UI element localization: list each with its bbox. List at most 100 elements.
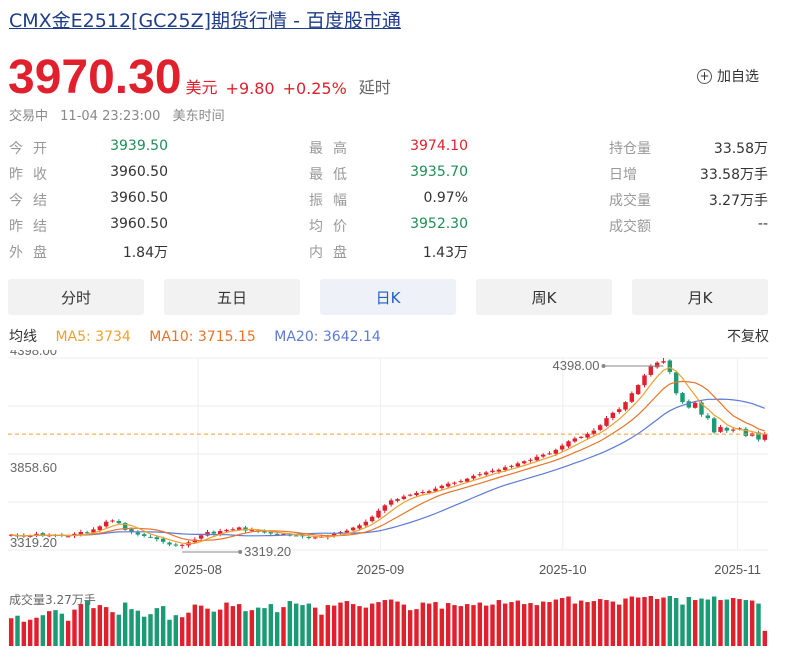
add-watchlist-label: 加自选 bbox=[717, 69, 759, 85]
candle-body bbox=[116, 521, 122, 524]
tab-daily-k[interactable]: 日K bbox=[320, 279, 456, 315]
candle-body bbox=[179, 544, 185, 546]
volume-bar bbox=[756, 603, 761, 646]
candle-body bbox=[452, 482, 457, 484]
candle-body bbox=[198, 535, 204, 539]
tab-five-day[interactable]: 五日 bbox=[164, 279, 300, 315]
candle-body bbox=[629, 393, 635, 402]
candle-body bbox=[382, 505, 388, 511]
volume-bar bbox=[585, 602, 590, 646]
quote-label: 均价 bbox=[309, 219, 357, 235]
candle-body bbox=[395, 499, 400, 501]
volume-bar bbox=[116, 614, 122, 646]
quote-value: -- bbox=[757, 216, 768, 232]
volume-bar bbox=[635, 597, 641, 646]
quote-value: 0.97% bbox=[423, 190, 468, 206]
volume-bar bbox=[743, 600, 749, 646]
volume-bar bbox=[540, 601, 546, 646]
candle-body bbox=[597, 425, 603, 430]
quote-value: 3960.50 bbox=[110, 190, 168, 206]
volume-bar bbox=[167, 619, 172, 646]
volume-bar bbox=[173, 615, 179, 646]
volume-bar bbox=[59, 613, 65, 646]
candle-body bbox=[211, 531, 217, 534]
ma20-value: MA20: 3642.14 bbox=[274, 329, 381, 345]
candle-body bbox=[534, 456, 540, 461]
candle-body bbox=[680, 393, 685, 403]
volume-bar bbox=[217, 609, 223, 646]
volume-bar bbox=[21, 621, 27, 646]
trade-time: 11-04 23:23:00 bbox=[60, 109, 161, 124]
volume-bar bbox=[547, 602, 552, 646]
tab-weekly-k[interactable]: 周K bbox=[476, 279, 612, 315]
volume-bar bbox=[420, 602, 426, 646]
min-annotation: 3319.20 bbox=[244, 544, 291, 559]
volume-bar bbox=[148, 614, 153, 646]
quote-value: 33.58万 bbox=[713, 141, 768, 157]
candle-body bbox=[445, 483, 451, 487]
volume-bar bbox=[616, 604, 622, 646]
delay-label: 延时 bbox=[358, 78, 391, 97]
candle-body bbox=[515, 463, 521, 467]
price-row: 3970.30 美元 +9.80 +0.25% 延时 bbox=[8, 50, 391, 102]
ma5-line bbox=[11, 366, 765, 545]
volume-bar bbox=[724, 599, 730, 646]
price-change-pct: +0.25% bbox=[282, 79, 347, 98]
volume-bar bbox=[268, 604, 274, 646]
candle-body bbox=[274, 533, 280, 535]
candle-body bbox=[762, 434, 768, 440]
candle-body bbox=[350, 527, 356, 531]
candle-body bbox=[616, 409, 622, 412]
volume-bar bbox=[205, 608, 210, 646]
candle-body bbox=[160, 538, 166, 542]
quote-value: 1.43万 bbox=[422, 245, 468, 261]
x-axis-label: 2025-11 bbox=[714, 562, 761, 577]
volume-bar bbox=[572, 603, 578, 646]
candle-body bbox=[97, 526, 103, 531]
page-title[interactable]: CMX金E2512[GC25Z]期货行情 - 百度股市通 bbox=[9, 6, 401, 33]
ma10-line bbox=[11, 380, 765, 542]
add-watchlist-button[interactable]: + 加自选 bbox=[697, 66, 759, 86]
candle-body bbox=[509, 465, 514, 467]
volume-bar bbox=[629, 596, 635, 646]
candle-body bbox=[711, 418, 717, 433]
volume-bar bbox=[293, 603, 299, 646]
tab-intraday[interactable]: 分时 bbox=[8, 279, 144, 315]
volume-bar bbox=[711, 596, 717, 646]
candle-body bbox=[477, 474, 483, 476]
max-annotation: 4398.00 bbox=[553, 358, 600, 373]
quote-label: 内盘 bbox=[309, 245, 357, 261]
volume-bar bbox=[705, 599, 711, 646]
quote-label: 最低 bbox=[309, 167, 357, 183]
volume-bar bbox=[312, 607, 318, 646]
volume-bar bbox=[496, 600, 502, 646]
volume-bar bbox=[559, 598, 565, 646]
volume-bar bbox=[471, 605, 476, 646]
volume-bar bbox=[490, 604, 495, 646]
volume-bar bbox=[661, 597, 666, 646]
volume-bar bbox=[110, 612, 115, 646]
tab-monthly-k[interactable]: 月K bbox=[632, 279, 768, 315]
volume-bar bbox=[78, 604, 84, 646]
volume-bar bbox=[27, 619, 33, 646]
volume-bar bbox=[15, 615, 20, 646]
volume-bar bbox=[623, 598, 628, 646]
candle-body bbox=[167, 542, 172, 545]
volume-bar bbox=[122, 602, 128, 646]
adjust-toggle[interactable]: 不复权 bbox=[727, 326, 769, 346]
volume-bar bbox=[452, 605, 457, 646]
ma-label: 均线 bbox=[9, 329, 37, 345]
candle-body bbox=[642, 375, 647, 386]
kline-chart[interactable]: 4398.00 3858.60 3319.20 4398.00 3319.20 2025-… bbox=[0, 350, 801, 659]
volume-bar bbox=[363, 607, 369, 646]
volume-bar bbox=[34, 617, 39, 646]
candle-body bbox=[420, 492, 426, 494]
volume-bar bbox=[553, 599, 559, 646]
volume-bar bbox=[382, 600, 388, 646]
volume-bar bbox=[325, 605, 331, 646]
candle-body bbox=[724, 427, 730, 431]
volume-bar bbox=[414, 609, 419, 646]
volume-bar bbox=[97, 605, 103, 646]
candle-body bbox=[718, 427, 723, 432]
volume-bar bbox=[135, 610, 141, 646]
